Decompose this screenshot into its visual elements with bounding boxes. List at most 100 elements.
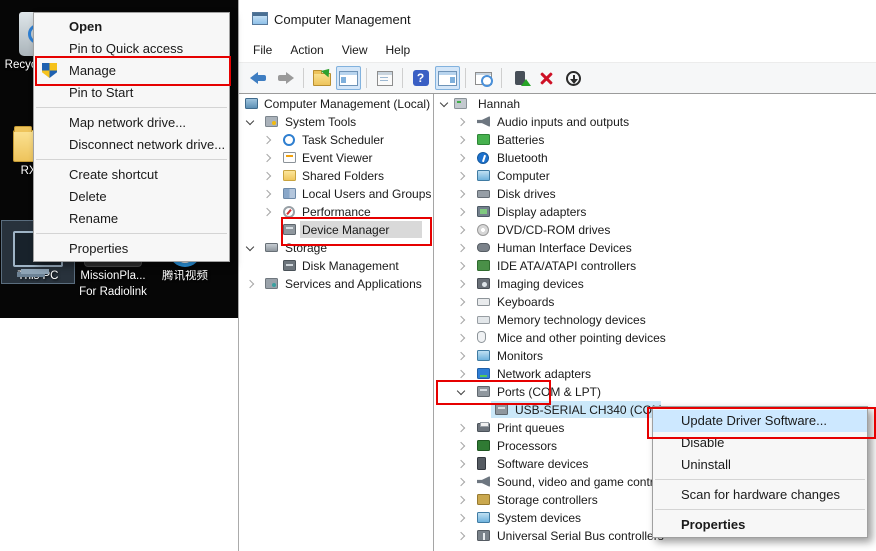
chevron-right-icon[interactable] [457, 478, 465, 486]
chevron-down-icon[interactable] [457, 387, 465, 395]
tree-item-storage[interactable]: Storage [240, 239, 433, 257]
toolbar-button-back-arrow[interactable] [246, 66, 271, 90]
chevron-right-icon[interactable] [457, 532, 465, 540]
chevron-right-icon[interactable] [263, 172, 271, 180]
tree-item-keyboards[interactable]: Keyboards [437, 293, 876, 311]
tree-item-bluetooth[interactable]: Bluetooth [437, 149, 876, 167]
toolbar-button-action-pane-toggle[interactable] [435, 66, 460, 90]
chevron-right-icon[interactable] [457, 118, 465, 126]
menu-item-properties[interactable]: Properties [653, 514, 867, 536]
chevron-right-icon[interactable] [457, 226, 465, 234]
shared-folders-icon [283, 170, 296, 181]
menubar-item-action[interactable]: Action [281, 40, 332, 60]
chevron-right-icon[interactable] [457, 424, 465, 432]
tree-item-human-interface-devices[interactable]: Human Interface Devices [437, 239, 876, 257]
back-arrow-icon [250, 72, 267, 84]
chevron-down-icon[interactable] [246, 243, 254, 251]
tree-item-memory-technology-devices[interactable]: Memory technology devices [437, 311, 876, 329]
menu-item-properties[interactable]: Properties [34, 238, 229, 260]
menu-item-disable[interactable]: Disable [653, 432, 867, 454]
chevron-right-icon[interactable] [457, 370, 465, 378]
toolbar-button-update-driver[interactable] [507, 66, 532, 90]
tree-item-computer-management-local[interactable]: Computer Management (Local) [240, 95, 433, 113]
menu-item-pin-to-start[interactable]: Pin to Start [34, 82, 229, 104]
toolbar-button-properties-window[interactable] [372, 66, 397, 90]
menu-item-disconnect-network-drive[interactable]: Disconnect network drive... [34, 134, 229, 156]
storage-controllers-icon [477, 494, 490, 505]
chevron-right-icon[interactable] [457, 262, 465, 270]
chevron-right-icon[interactable] [457, 460, 465, 468]
tree-item-performance[interactable]: Performance [240, 203, 433, 221]
tree-item-task-scheduler[interactable]: Task Scheduler [240, 131, 433, 149]
chevron-right-icon[interactable] [246, 280, 254, 288]
menu-item-delete[interactable]: Delete [34, 186, 229, 208]
tree-item-label: IDE ATA/ATAPI controllers [495, 259, 638, 274]
toolbar-button-help[interactable] [408, 66, 433, 90]
chevron-right-icon[interactable] [457, 208, 465, 216]
menu-item-open[interactable]: Open [34, 16, 229, 38]
menubar-item-file[interactable]: File [244, 40, 281, 60]
tree-item-system-tools[interactable]: System Tools [240, 113, 433, 131]
chevron-right-icon[interactable] [263, 190, 271, 198]
menu-item-manage[interactable]: Manage [34, 60, 229, 82]
menu-item-uninstall[interactable]: Uninstall [653, 454, 867, 476]
tree-item-disk-drives[interactable]: Disk drives [437, 185, 876, 203]
toolbar-button-find-window[interactable] [471, 66, 496, 90]
tree-item-imaging-devices[interactable]: Imaging devices [437, 275, 876, 293]
toolbar-button-uninstall-x[interactable] [534, 66, 559, 90]
chevron-right-icon[interactable] [457, 514, 465, 522]
chevron-right-icon[interactable] [457, 190, 465, 198]
window-title: Computer Management [274, 12, 411, 27]
chevron-down-icon[interactable] [440, 99, 448, 107]
chevron-right-icon[interactable] [457, 352, 465, 360]
toolbar-button-disable-down[interactable] [561, 66, 586, 90]
toolbar-button-forward-arrow[interactable] [273, 66, 298, 90]
tree-item-network-adapters[interactable]: Network adapters [437, 365, 876, 383]
chevron-right-icon[interactable] [263, 154, 271, 162]
tree-item-local-users-and-groups[interactable]: Local Users and Groups [240, 185, 433, 203]
chevron-right-icon[interactable] [457, 136, 465, 144]
menu-item-update-driver-software[interactable]: Update Driver Software... [653, 410, 867, 432]
chevron-right-icon[interactable] [457, 316, 465, 324]
chevron-right-icon[interactable] [263, 136, 271, 144]
chevron-right-icon[interactable] [457, 442, 465, 450]
tree-item-label: Shared Folders [300, 169, 386, 184]
tree-item-batteries[interactable]: Batteries [437, 131, 876, 149]
tree-item-display-adapters[interactable]: Display adapters [437, 203, 876, 221]
chevron-down-icon[interactable] [246, 117, 254, 125]
menu-item-map-network-drive[interactable]: Map network drive... [34, 112, 229, 134]
tree-item-hannah[interactable]: Hannah [437, 95, 876, 113]
menu-item-scan-for-hardware-changes[interactable]: Scan for hardware changes [653, 484, 867, 506]
chevron-right-icon[interactable] [457, 244, 465, 252]
tree-item-shared-folders[interactable]: Shared Folders [240, 167, 433, 185]
tree-item-audio-inputs-and-outputs[interactable]: Audio inputs and outputs [437, 113, 876, 131]
tree-item-disk-management[interactable]: Disk Management [240, 257, 433, 275]
chevron-right-icon[interactable] [457, 298, 465, 306]
tree-item-ide-ata-atapi-controllers[interactable]: IDE ATA/ATAPI controllers [437, 257, 876, 275]
tree-item-computer[interactable]: Computer [437, 167, 876, 185]
tree-item-dvd-cd-rom-drives[interactable]: DVD/CD-ROM drives [437, 221, 876, 239]
chevron-right-icon[interactable] [457, 496, 465, 504]
chevron-right-icon[interactable] [263, 208, 271, 216]
tree-item-monitors[interactable]: Monitors [437, 347, 876, 365]
tree-item-services-and-applications[interactable]: Services and Applications [240, 275, 433, 293]
chevron-right-icon[interactable] [457, 154, 465, 162]
menu-item-pin-to-quick-access[interactable]: Pin to Quick access [34, 38, 229, 60]
disk-management-icon [283, 260, 296, 271]
chevron-right-icon[interactable] [457, 280, 465, 288]
menu-item-create-shortcut[interactable]: Create shortcut [34, 164, 229, 186]
toolbar-button-console-tree-toggle[interactable] [336, 66, 361, 90]
chevron-right-icon[interactable] [457, 172, 465, 180]
tree-item-mice-and-other-pointing-devices[interactable]: Mice and other pointing devices [437, 329, 876, 347]
tree-item-label: Ports (COM & LPT) [495, 385, 603, 400]
tree-item-device-manager[interactable]: Device Manager [240, 221, 433, 239]
update-driver-icon [515, 71, 525, 85]
toolbar-button-export-folder[interactable] [309, 66, 334, 90]
tree-item-label: Bluetooth [495, 151, 550, 166]
chevron-right-icon[interactable] [457, 334, 465, 342]
menubar-item-view[interactable]: View [333, 40, 377, 60]
menu-item-rename[interactable]: Rename [34, 208, 229, 230]
tree-item-event-viewer[interactable]: Event Viewer [240, 149, 433, 167]
menubar-item-help[interactable]: Help [377, 40, 420, 60]
tree-item-ports-com-lpt[interactable]: Ports (COM & LPT) [437, 383, 876, 401]
